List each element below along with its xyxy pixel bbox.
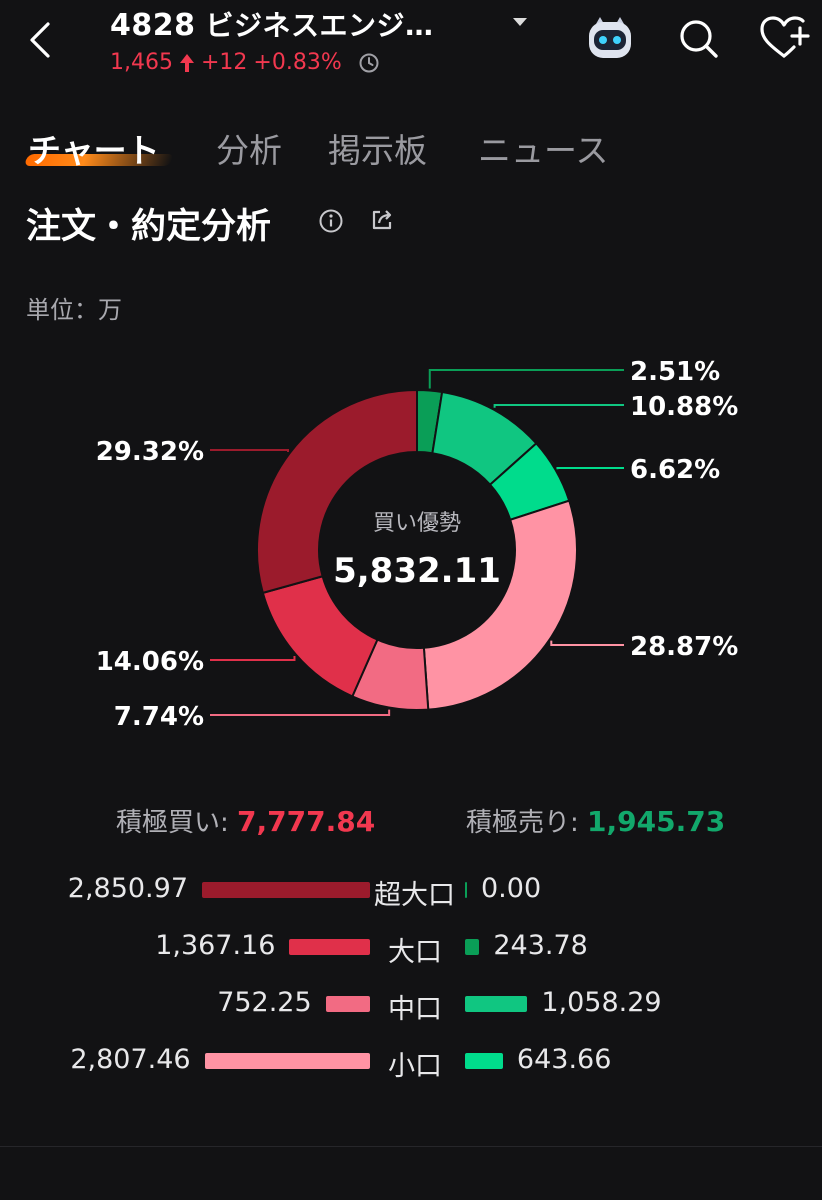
buy-bar <box>325 996 370 1012</box>
aggressive-buy-label: 積極買い: <box>116 808 229 838</box>
aggressive-sell-total: 積極売り: 1,945.73 <box>466 802 725 839</box>
donut-slice[interactable] <box>261 575 379 698</box>
current-price: 1,465 <box>110 50 173 75</box>
leader-line <box>210 449 290 453</box>
price-change-pct: +0.83% <box>253 50 342 75</box>
leader-line <box>210 655 296 661</box>
order-size-label: 中口 <box>388 994 442 1025</box>
slice-label: 7.74% <box>114 702 204 732</box>
buy-amount: 752.25 <box>217 987 312 1018</box>
leader-line <box>493 404 624 408</box>
tab-analysis[interactable]: 分析 <box>216 124 282 172</box>
buy-amount: 1,367.16 <box>155 930 276 961</box>
slice-label: 10.88% <box>630 392 738 422</box>
slice-label: 29.32% <box>96 437 204 467</box>
sell-bar <box>465 1053 503 1069</box>
leader-line <box>550 640 624 646</box>
slice-label: 14.06% <box>96 647 204 677</box>
heart-plus-icon[interactable] <box>758 14 810 62</box>
buy-bar <box>289 939 370 955</box>
sell-amount: 0.00 <box>481 873 542 904</box>
tab-chart[interactable]: チャート <box>28 124 160 172</box>
unit-label: 単位：万 <box>26 296 122 324</box>
back-icon[interactable] <box>22 18 62 62</box>
chart-center-value: 5,832.11 <box>333 551 501 591</box>
order-size-label: 小口 <box>388 1051 442 1082</box>
tab-board[interactable]: 掲示板 <box>328 124 427 172</box>
aggressive-buy-total: 積極買い: 7,777.84 <box>116 802 375 839</box>
leader-line <box>556 467 624 470</box>
slice-label: 6.62% <box>630 455 720 485</box>
order-size-label: 超大口 <box>374 880 455 911</box>
slice-label: 28.87% <box>630 632 738 662</box>
buy-bar <box>202 882 370 898</box>
aggressive-sell-value: 1,945.73 <box>587 805 726 838</box>
donut-chart: 2.51%10.88%6.62%28.87%7.74%14.06%29.32% … <box>96 357 739 732</box>
dropdown-icon[interactable] <box>510 12 530 32</box>
price-change: +12 <box>200 50 248 75</box>
chart-center-label: 買い優勢 <box>373 511 461 536</box>
clock-icon <box>359 53 379 72</box>
sell-amount: 643.66 <box>516 1044 612 1075</box>
leader-line <box>210 709 391 716</box>
sell-amount: 1,058.29 <box>541 987 662 1018</box>
slice-label: 2.51% <box>630 357 720 387</box>
section-title: 注文・約定分析 <box>26 207 272 247</box>
price-quote: 1,465 +12 +0.83% <box>110 50 380 75</box>
order-size-label: 大口 <box>388 937 442 968</box>
leader-line <box>428 369 624 389</box>
buy-bar <box>204 1053 370 1069</box>
sell-bar <box>465 996 528 1012</box>
search-icon[interactable] <box>676 16 720 60</box>
sell-bar <box>465 939 480 955</box>
share-icon[interactable] <box>368 206 396 234</box>
buy-amount: 2,850.97 <box>67 873 188 904</box>
sell-bar <box>465 882 467 898</box>
stock-name: ビジネスエンジ… <box>205 9 434 42</box>
info-icon[interactable] <box>318 208 344 234</box>
stock-title[interactable]: 4828 ビジネスエンジ… <box>110 4 434 44</box>
sell-amount: 243.78 <box>493 930 588 961</box>
buy-amount: 2,807.46 <box>70 1044 191 1075</box>
divider <box>0 1146 822 1147</box>
aggressive-sell-label: 積極売り: <box>466 808 579 838</box>
robot-icon[interactable] <box>584 14 636 62</box>
arrow-up-icon <box>179 53 194 72</box>
tab-news[interactable]: ニュース <box>478 124 608 172</box>
aggressive-buy-value: 7,777.84 <box>237 805 376 838</box>
stock-code: 4828 <box>110 8 196 43</box>
